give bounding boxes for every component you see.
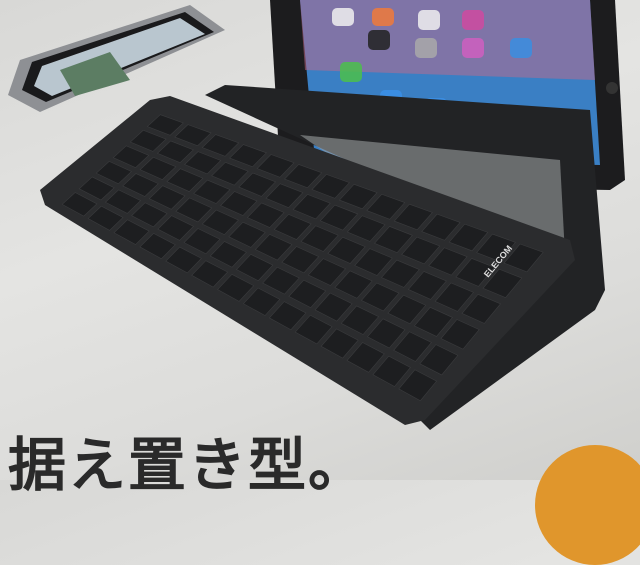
product-photo: ELECOM bbox=[8, 0, 625, 430]
orange-badge bbox=[535, 445, 640, 565]
home-button-icon bbox=[606, 82, 618, 94]
headline: 据え置き型。 bbox=[8, 431, 369, 499]
smartphone bbox=[8, 5, 225, 112]
